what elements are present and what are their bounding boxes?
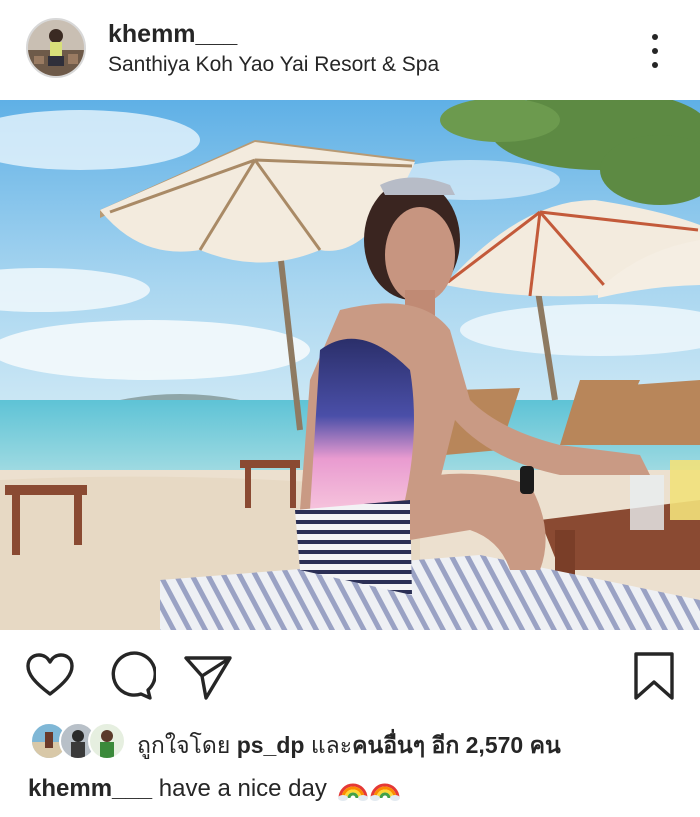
liker-username[interactable]: ps_dp — [237, 732, 305, 758]
post-location[interactable]: Santhiya Koh Yao Yai Resort & Spa — [108, 53, 439, 77]
comment-icon[interactable] — [104, 650, 157, 702]
likes-others[interactable]: คนอื่นๆ อีก 2,570 คน — [352, 732, 561, 758]
caption-text: have a nice day — [158, 775, 327, 802]
bookmark-icon[interactable] — [628, 650, 680, 702]
post-caption: khemm___ have a nice day — [28, 772, 400, 803]
more-vertical-icon[interactable] — [648, 34, 662, 68]
liker-avatars[interactable] — [30, 722, 126, 760]
send-icon[interactable] — [182, 650, 234, 702]
post-photo[interactable] — [0, 100, 700, 630]
rainbow-icon — [337, 772, 368, 802]
post-header: khemm___ Santhiya Koh Yao Yai Resort & S… — [0, 0, 700, 100]
likes-and: และ — [310, 732, 353, 758]
likes-summary[interactable]: ถูกใจโดย ps_dp และคนอื่นๆ อีก 2,570 คน — [137, 728, 561, 764]
likes-row: ถูกใจโดย ps_dp และคนอื่นๆ อีก 2,570 คน — [0, 720, 700, 765]
post-actions — [0, 630, 700, 720]
rainbow-icon — [369, 772, 400, 802]
profile-avatar[interactable] — [26, 18, 86, 78]
likes-prefix: ถูกใจโดย — [137, 732, 231, 758]
caption-username[interactable]: khemm___ — [28, 775, 152, 802]
liker-avatar — [88, 722, 126, 760]
heart-icon[interactable] — [24, 650, 76, 702]
post-username[interactable]: khemm___ — [108, 20, 237, 49]
